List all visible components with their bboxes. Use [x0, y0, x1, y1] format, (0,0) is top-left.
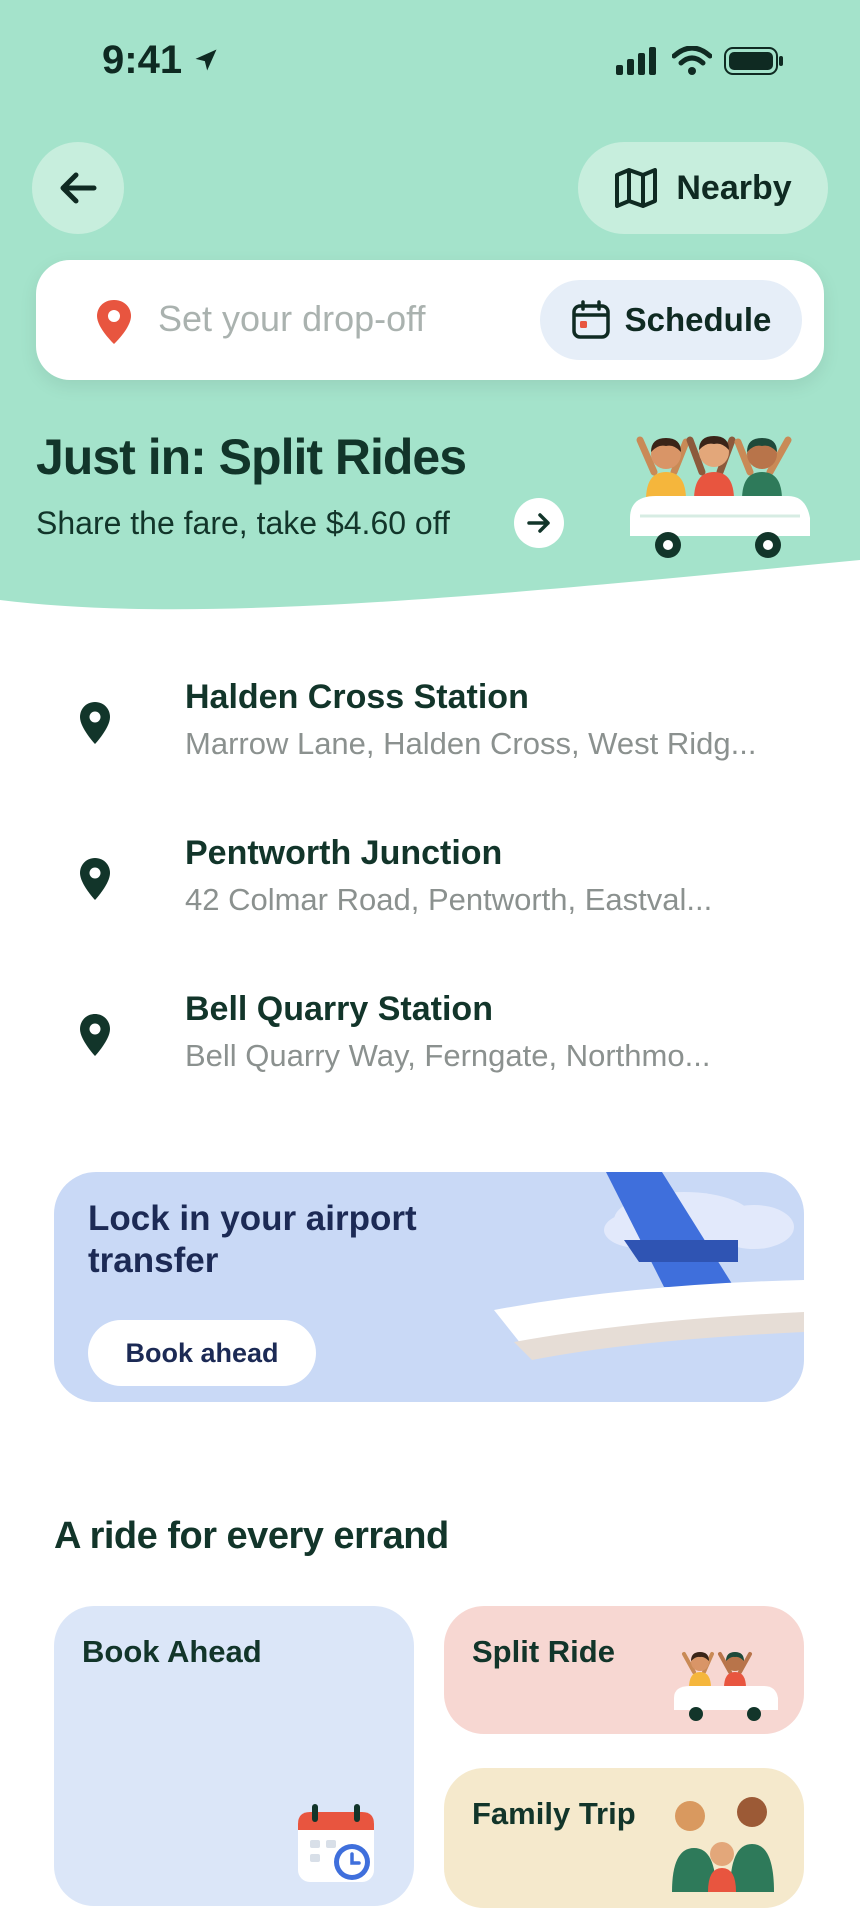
card-split-ride[interactable]: Split Ride — [444, 1606, 804, 1734]
location-item[interactable]: Halden Cross Station Marrow Lane, Halden… — [0, 660, 860, 790]
location-address: 42 Colmar Road, Pentworth, Eastval... — [185, 882, 713, 917]
airport-banner[interactable]: Lock in your airport transfer Book ahead — [54, 1172, 804, 1402]
map-pin-icon — [80, 858, 110, 900]
location-arrow-icon — [195, 49, 217, 71]
battery-icon — [724, 47, 783, 75]
wifi-icon — [672, 46, 712, 75]
split-ride-icon — [674, 1652, 778, 1721]
arrow-left-icon — [60, 172, 97, 204]
card-family-trip[interactable]: Family Trip — [444, 1768, 804, 1908]
card-label: Book Ahead — [82, 1634, 262, 1669]
schedule-button[interactable]: Schedule — [540, 280, 802, 360]
location-item[interactable]: Bell Quarry Station Bell Quarry Way, Fer… — [0, 972, 860, 1102]
location-address: Marrow Lane, Halden Cross, West Ridg... — [185, 726, 757, 761]
location-name: Pentworth Junction — [185, 834, 503, 872]
location-name: Halden Cross Station — [185, 678, 529, 716]
airport-title: Lock in your airport transfer — [88, 1199, 417, 1280]
nearby-label: Nearby — [676, 168, 792, 207]
nearby-button[interactable]: Nearby — [578, 142, 828, 234]
card-label: Family Trip — [472, 1796, 636, 1831]
promo-title: Just in: Split Rides — [36, 429, 467, 485]
status-time: 9:41 — [102, 38, 183, 82]
location-pin-icon — [97, 300, 131, 344]
calendar-icon — [571, 300, 610, 339]
book-ahead-button[interactable]: Book ahead — [88, 1320, 316, 1386]
location-item[interactable]: Pentworth Junction 42 Colmar Road, Pentw… — [0, 816, 860, 946]
section-title: A ride for every errand — [54, 1515, 449, 1557]
location-name: Bell Quarry Station — [185, 990, 493, 1028]
calendar-clock-icon — [298, 1804, 374, 1882]
family-icon — [672, 1797, 774, 1892]
split-ride-car-illustration — [630, 436, 810, 558]
schedule-label: Schedule — [624, 301, 772, 338]
back-button[interactable] — [32, 142, 124, 234]
map-icon — [615, 168, 658, 208]
signal-icon — [616, 47, 656, 75]
promo-arrow-button[interactable] — [514, 498, 564, 548]
dropoff-input[interactable]: Set your drop-off — [158, 298, 426, 340]
search-card: Set your drop-off Schedule — [36, 260, 824, 380]
map-pin-icon — [80, 1014, 110, 1056]
airplane-illustration — [494, 1172, 804, 1360]
location-address: Bell Quarry Way, Ferngate, Northmo... — [185, 1038, 711, 1073]
arrow-right-icon — [527, 513, 550, 533]
card-book-ahead[interactable]: Book Ahead — [54, 1606, 414, 1906]
status-bar: 9:41 — [0, 38, 860, 88]
promo-subtitle: Share the fare, take $4.60 off — [36, 505, 450, 541]
status-icons — [616, 46, 784, 76]
map-pin-icon — [80, 702, 110, 744]
card-label: Split Ride — [472, 1634, 615, 1669]
